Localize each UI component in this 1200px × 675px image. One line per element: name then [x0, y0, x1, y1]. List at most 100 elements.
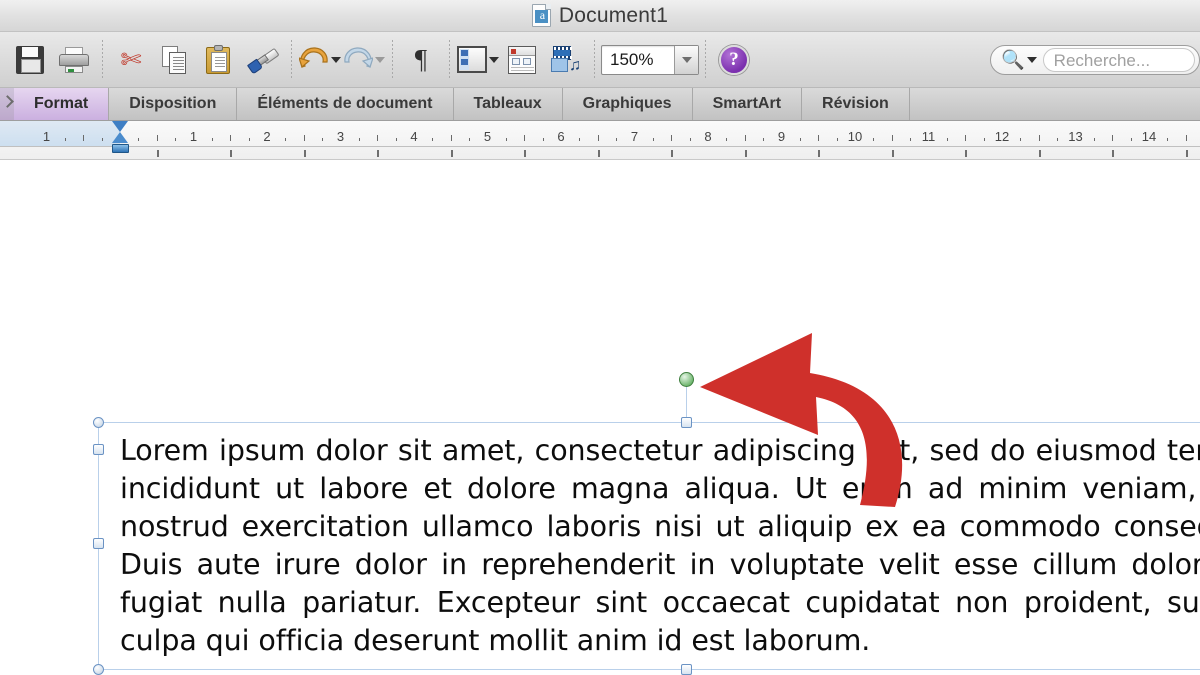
ruler-tab-stop[interactable]	[303, 150, 306, 157]
document-icon	[531, 4, 551, 27]
help-button[interactable]: ?	[712, 36, 756, 84]
handle-top-center[interactable]	[681, 417, 692, 428]
ribbon-expand-chevron-icon[interactable]	[0, 88, 14, 120]
ruler-tab-stop[interactable]	[1038, 150, 1041, 157]
ruler-tick	[597, 135, 599, 141]
handle-bottom-left[interactable]	[93, 664, 104, 675]
ruler-tick	[726, 138, 728, 141]
copy-icon	[162, 45, 188, 74]
save-button[interactable]	[8, 36, 52, 84]
ruler-tab-stop[interactable]	[377, 150, 380, 157]
ruler-number: 12	[994, 129, 1010, 144]
ruler-number: 1	[189, 129, 198, 144]
ruler-number: 1	[42, 129, 51, 144]
ruler-tick	[744, 135, 746, 141]
tab-disposition[interactable]: Disposition	[109, 88, 238, 120]
save-icon	[16, 45, 44, 74]
zoom-value: 150%	[610, 49, 654, 69]
zoom-dropdown-arrow[interactable]	[674, 45, 698, 74]
window-title: Document1	[558, 3, 669, 27]
ruler-tick	[763, 138, 765, 141]
tab-tableaux[interactable]: Tableaux	[453, 88, 563, 120]
handle-middle-left[interactable]	[93, 538, 104, 549]
undo-dropdown-arrow[interactable]	[331, 56, 341, 63]
ruler-tab-stop[interactable]	[744, 150, 747, 157]
ruler-tick	[616, 138, 618, 141]
ruler-tab-stop[interactable]	[965, 150, 968, 157]
copy-button[interactable]	[153, 36, 197, 84]
toolbar-separator	[594, 39, 595, 80]
search-dropdown-arrow[interactable]	[1026, 56, 1037, 63]
ruler-tick	[818, 135, 820, 141]
ribbon-tab-bar: Format Disposition Éléments de document …	[0, 88, 1200, 121]
ruler-tick	[1057, 138, 1059, 141]
ruler-tick	[1093, 138, 1095, 141]
sidebar-dropdown-arrow[interactable]	[489, 56, 499, 63]
ruler-tick	[671, 135, 673, 141]
ruler-number: 3	[336, 129, 345, 144]
ruler-number: 6	[557, 129, 565, 144]
ruler-tick	[1130, 138, 1132, 141]
ruler-tick	[303, 135, 305, 141]
ruler-number: 11	[921, 129, 936, 144]
toolbox-button[interactable]	[500, 36, 544, 84]
ruler-tab-stop[interactable]	[818, 150, 821, 157]
redo-dropdown-arrow[interactable]	[375, 56, 385, 63]
show-formatting-marks-button[interactable]: ¶	[399, 36, 443, 84]
ruler-tab-stop[interactable]	[1185, 150, 1188, 157]
left-margin-indent-icon	[112, 144, 129, 153]
ruler-tick	[211, 138, 213, 141]
hanging-indent-icon	[112, 132, 128, 143]
ruler-tick	[542, 138, 544, 141]
left-indent-marker[interactable]	[112, 121, 129, 155]
print-button[interactable]	[52, 36, 96, 84]
zoom-control[interactable]: 150%	[601, 44, 699, 75]
textbox-body[interactable]: Lorem ipsum dolor sit amet, consectetur …	[120, 432, 1200, 660]
ruler-tab-stop[interactable]	[891, 150, 894, 157]
horizontal-ruler[interactable]: 1 1 2 3 4 5 6 7 8 9 10 11 12 13 14	[0, 121, 1200, 160]
ruler-tab-stop[interactable]	[524, 150, 527, 157]
media-browser-button[interactable]: ♫	[544, 36, 588, 84]
handle-bottom-center[interactable]	[681, 664, 692, 675]
ruler-tab-stop[interactable]	[1112, 150, 1115, 157]
pilcrow-icon: ¶	[414, 44, 428, 74]
cut-button[interactable]: ✄	[109, 36, 153, 84]
ruler-tick	[946, 138, 948, 141]
sidebar-button[interactable]	[456, 36, 500, 84]
ruler-tab-stop[interactable]	[156, 150, 159, 157]
ruler-number: 2	[263, 129, 271, 144]
ruler-number: 5	[483, 129, 492, 144]
ruler-tick	[983, 138, 985, 141]
toolbar-separator	[291, 39, 292, 80]
rotation-handle[interactable]	[679, 372, 694, 387]
paste-button[interactable]	[197, 36, 241, 84]
ruler-tick	[83, 135, 85, 141]
ruler-tab-stop[interactable]	[671, 150, 674, 157]
tab-smartart[interactable]: SmartArt	[692, 88, 803, 120]
ruler-tab-stop[interactable]	[230, 150, 233, 157]
tab-graphiques[interactable]: Graphiques	[562, 88, 693, 120]
main-toolbar: ✄ ¶ ♫ 150% ? 🔍 Recherche...	[0, 32, 1200, 88]
handle-top-left[interactable]	[93, 417, 104, 428]
ruler-tab-stop[interactable]	[450, 150, 453, 157]
ruler-tick	[358, 138, 360, 141]
ruler-tick	[579, 138, 581, 141]
word-window: Document1 ✄	[0, 0, 1200, 675]
ruler-ticks: 1 1 2 3 4 5 6 7 8 9 10 11 12 13 14	[0, 121, 1200, 147]
document-canvas[interactable]: Lorem ipsum dolor sit amet, consectetur …	[0, 160, 1200, 675]
redo-button[interactable]	[342, 36, 386, 84]
tab-format[interactable]: Format	[14, 88, 110, 120]
format-painter-button[interactable]	[241, 36, 285, 84]
ruler-tick	[450, 135, 452, 141]
search-box[interactable]: 🔍 Recherche...	[990, 44, 1200, 75]
ruler-tab-stop[interactable]	[597, 150, 600, 157]
ruler-tick	[322, 138, 324, 141]
paintbrush-icon	[246, 46, 280, 74]
handle-left-upper[interactable]	[93, 444, 104, 455]
ruler-tick	[1185, 135, 1187, 141]
tab-elements-de-document[interactable]: Éléments de document	[237, 88, 454, 120]
search-input[interactable]: Recherche...	[1042, 47, 1195, 72]
redo-arrow-icon	[344, 46, 373, 68]
undo-button[interactable]	[298, 36, 342, 84]
tab-revision[interactable]: Révision	[802, 88, 910, 120]
